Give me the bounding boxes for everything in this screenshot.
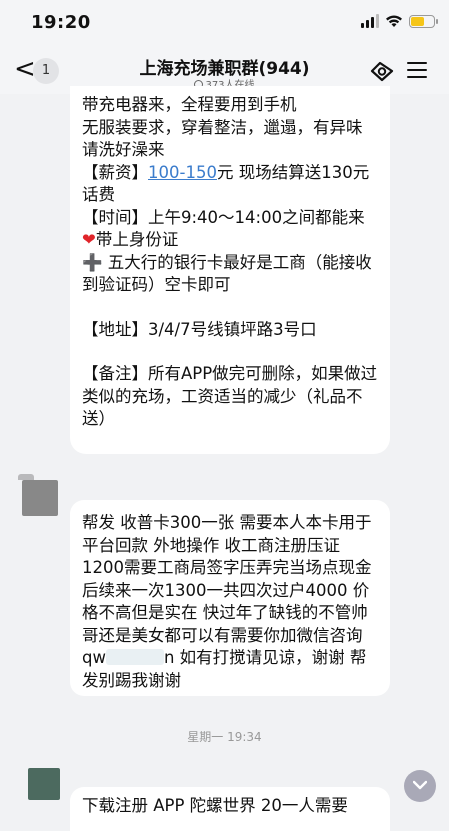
status-bar: 19:20 — [0, 0, 449, 46]
message-bubble-app-offer[interactable]: 下载注册 APP 陀螺世界 20一人需要 — [70, 787, 390, 831]
wifi-icon — [386, 15, 402, 27]
status-time: 19:20 — [31, 12, 91, 33]
status-icons — [361, 14, 438, 28]
heart-icon: ❤ — [82, 230, 96, 249]
message-line: 带充电器来，全程要用到手机 — [82, 95, 297, 114]
message-bubble-job-details[interactable]: 带充电器来，全程要用到手机 无服装要求，穿着整洁，邋遢，有异味请洗好澡来 【薪资… — [70, 86, 390, 454]
salary-line: 【薪资】100-150元 现场结算送130元话费 — [82, 162, 378, 207]
message-bubble-card-offer[interactable]: 帮发 收普卡300一张 需要本人本卡用于平台回款 外地操作 收工商注册压证120… — [70, 500, 390, 696]
message-text: 帮发 收普卡300一张 需要本人本卡用于平台回款 外地操作 收工商注册压证120… — [82, 513, 372, 667]
message-line: 【地址】3/4/7号线镇坪路3号口 — [82, 319, 317, 339]
message-line: 【时间】上午9:40～14:00之间都能来 — [82, 207, 365, 227]
customer-service-icon[interactable] — [369, 60, 395, 82]
id-text: 带上身份证 — [95, 230, 179, 249]
avatar[interactable] — [18, 474, 58, 516]
avatar[interactable] — [28, 768, 60, 800]
battery-icon — [409, 14, 438, 28]
message-timestamp: 星期一 19:34 — [187, 730, 262, 744]
salary-label: 【薪资】 — [82, 162, 148, 182]
menu-icon[interactable] — [407, 62, 427, 83]
cellular-signal-icon — [361, 14, 379, 28]
message-line: 无服装要求，穿着整洁，邋遢，有异味请洗好澡来 — [82, 117, 363, 160]
scroll-to-bottom-button[interactable] — [404, 770, 436, 802]
id-line: ❤带上身份证 — [82, 229, 378, 252]
salary-link[interactable]: 100-150 — [148, 163, 217, 182]
chevron-down-icon — [412, 780, 428, 790]
message-line: 【备注】所有APP做完可删除，如果做过类似的充场，工资适当的减少（礼品不送） — [82, 364, 378, 428]
obscured-contact — [105, 649, 164, 665]
message-text: 下载注册 APP 陀螺世界 20一人需要 — [82, 796, 348, 815]
message-line: ➕ 五大行的银行卡最好是工商（能接收到验证码）空卡即可 — [82, 252, 372, 295]
